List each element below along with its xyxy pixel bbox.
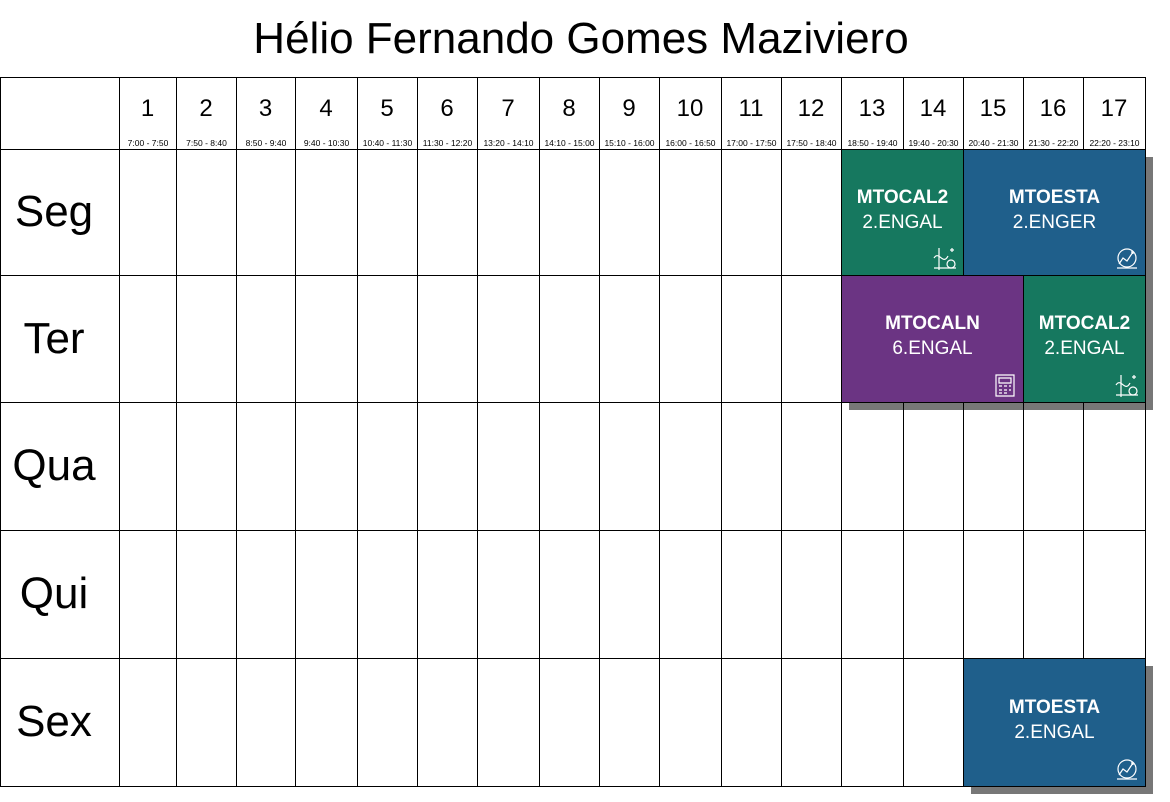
period-number: 3: [258, 95, 273, 122]
class-block[interactable]: MTOCALN 6.ENGAL: [842, 276, 1023, 402]
class-block[interactable]: MTOCAL2 2.ENGAL: [1024, 276, 1145, 402]
grid-line: [119, 77, 120, 787]
period-number: 7: [501, 95, 515, 122]
period-time: 22:20 - 23:10: [1089, 138, 1140, 148]
period-time: 8:50 - 9:40: [245, 138, 287, 148]
grid-line: [781, 77, 782, 787]
grid-line: [1145, 77, 1146, 787]
period-number: 9: [622, 95, 636, 122]
class-code: MTOCAL2: [856, 186, 949, 208]
period-number: 13: [858, 95, 886, 122]
day-label: Qui: [19, 569, 89, 618]
grid-line: [295, 77, 296, 787]
class-code: MTOCALN: [885, 313, 980, 334]
grid-line: [0, 530, 1146, 531]
period-time: 17:00 - 17:50: [726, 138, 777, 148]
class-group: 2.ENGER: [1012, 211, 1097, 233]
class-group: 6.ENGAL: [892, 338, 973, 359]
period-time: 7:50 - 8:40: [186, 138, 227, 148]
period-number: 11: [738, 95, 764, 122]
period-time: 19:40 - 20:30: [908, 138, 959, 148]
class-block[interactable]: MTOCAL2 2.ENGAL: [842, 150, 963, 275]
day-label: Qua: [12, 441, 96, 490]
grid-line: [417, 77, 418, 787]
period-number: 8: [562, 95, 576, 122]
schedule-title: Hélio Fernando Gomes Maziviero: [253, 14, 909, 63]
period-time: 21:30 - 22:20: [1028, 138, 1079, 148]
period-number: 16: [1039, 95, 1067, 122]
class-code: MTOESTA: [1008, 186, 1101, 208]
grid-line: [659, 77, 660, 787]
stats-icon: [1117, 759, 1137, 780]
period-time: 20:40 - 21:30: [968, 138, 1019, 148]
period-number: 12: [797, 95, 825, 122]
class-group: 2.ENGAL: [862, 211, 943, 233]
grid-line: [539, 77, 540, 787]
class-code: MTOESTA: [1008, 696, 1101, 718]
day-label: Sex: [16, 697, 92, 746]
math-icon: [1115, 375, 1138, 397]
class-group: 2.ENGAL: [1044, 338, 1125, 359]
period-number: 4: [319, 95, 333, 122]
calculator-icon: [995, 374, 1015, 397]
grid-line: [0, 786, 1146, 787]
grid-line: [0, 77, 1, 787]
period-number: 14: [919, 95, 947, 122]
period-number: 1: [140, 95, 155, 122]
period-number: 10: [676, 95, 704, 122]
period-time: 17:50 - 18:40: [786, 138, 837, 148]
grid-line: [477, 77, 478, 787]
day-label: Ter: [23, 313, 85, 363]
period-time: 18:50 - 19:40: [847, 138, 898, 148]
period-time: 16:00 - 16:50: [665, 138, 716, 148]
grid-line: [599, 77, 600, 787]
class-group: 2.ENGAL: [1014, 721, 1095, 743]
math-icon: [933, 248, 956, 270]
period-time: 9:40 - 10:30: [303, 138, 350, 148]
period-number: 6: [440, 95, 454, 122]
class-block[interactable]: MTOESTA 2.ENGAL: [964, 659, 1145, 786]
class-code: MTOCAL2: [1038, 313, 1131, 334]
period-time: 11:30 - 12:20: [422, 138, 473, 148]
grid-line: [357, 77, 358, 787]
period-time: 15:10 - 16:00: [604, 138, 655, 148]
period-number: 5: [380, 95, 394, 122]
grid-line: [236, 77, 237, 787]
day-label: Seg: [14, 187, 94, 236]
period-time: 7:00 - 7:50: [127, 138, 169, 148]
grid-line: [721, 77, 722, 787]
period-number: 2: [199, 95, 213, 122]
grid-line: [176, 77, 177, 787]
class-block[interactable]: MTOESTA 2.ENGER: [964, 150, 1145, 275]
stats-icon: [1117, 248, 1137, 269]
period-time: 14:10 - 15:00: [544, 138, 595, 148]
grid-line: [0, 402, 1146, 403]
grid-line: [0, 77, 1146, 78]
period-time: 13:20 - 14:10: [483, 138, 534, 148]
period-time: 10:40 - 11:30: [362, 138, 413, 148]
period-number: 17: [1100, 95, 1128, 122]
period-number: 15: [979, 95, 1007, 122]
